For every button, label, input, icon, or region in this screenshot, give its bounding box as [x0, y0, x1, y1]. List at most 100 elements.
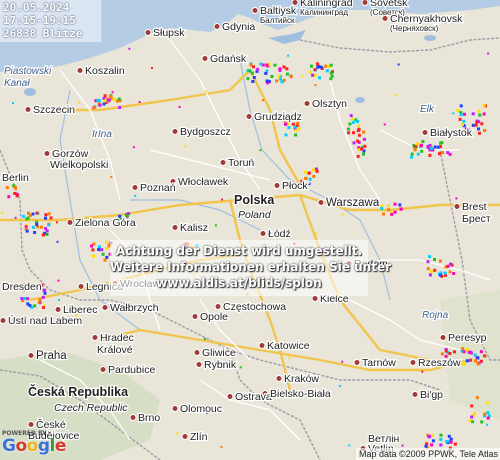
- city-dot: [303, 100, 311, 107]
- lightning-strike: [47, 212, 51, 216]
- lightning-strike: [100, 248, 104, 252]
- lightning-strike: [102, 102, 106, 106]
- city-dot: [453, 203, 461, 210]
- lightning-strike: [426, 260, 430, 264]
- lightning-strike: [43, 291, 47, 295]
- google-logo[interactable]: Google: [2, 436, 66, 456]
- lightning-strike: [469, 358, 473, 362]
- map-label: Gdynia: [222, 21, 255, 33]
- map-label: Rojna: [422, 310, 449, 321]
- lightning-strike: [26, 302, 30, 306]
- lightning-strike: [297, 127, 301, 131]
- city-dot: [275, 375, 283, 382]
- lightning-strike: [483, 412, 487, 416]
- lightning-strike: [456, 109, 460, 113]
- lightning-strike: [325, 69, 329, 73]
- lightning-strike: [287, 54, 290, 57]
- city-dot: [91, 334, 99, 341]
- lightning-strike: [259, 149, 262, 152]
- lightning-strike: [330, 74, 334, 78]
- lightning-strike: [399, 207, 403, 211]
- lightning-map[interactable]: Baltiysk Балтийск Kaliningrad Калининград So…: [0, 0, 500, 460]
- lightning-strike: [275, 79, 279, 83]
- lake: [355, 97, 365, 103]
- city-dot: [353, 359, 361, 366]
- lightning-strike: [471, 112, 475, 116]
- map-label: Wałbrzych: [110, 302, 159, 314]
- lightning-strike: [308, 177, 312, 181]
- map-label: Częstochowa: [223, 301, 286, 313]
- lightning-strike: [270, 75, 274, 78]
- city-dot: [27, 421, 35, 428]
- lightning-strike: [483, 129, 487, 132]
- lightning-strike: [487, 52, 490, 55]
- lightning-strike: [22, 214, 26, 218]
- lightning-strike: [440, 352, 444, 356]
- lightning-strike: [284, 133, 288, 137]
- map-label: Ostrava: [235, 391, 272, 403]
- map-label: Peresyp: [448, 332, 487, 344]
- lightning-strike: [45, 229, 49, 233]
- lightning-strike: [184, 145, 187, 148]
- map-label: Olsztyn: [312, 98, 347, 110]
- city-dot: [66, 219, 74, 226]
- lightning-strike: [476, 356, 480, 360]
- lake: [24, 88, 36, 96]
- lightning-strike: [105, 255, 109, 259]
- lightning-strike: [262, 99, 264, 102]
- lightning-strike: [23, 297, 27, 300]
- map-label: Elk: [420, 104, 435, 115]
- lightning-strike: [132, 146, 135, 149]
- lightning-strike: [128, 47, 131, 50]
- lightning-strike: [101, 252, 105, 256]
- city-dot: [439, 334, 447, 341]
- lightning-strike: [294, 133, 298, 137]
- lightning-strike: [14, 216, 17, 219]
- lightning-strike: [251, 80, 255, 83]
- lightning-strike: [303, 170, 307, 174]
- strike-count-text: 26838 Blitze: [3, 27, 83, 40]
- lightning-strike: [27, 211, 30, 215]
- lightning-strike: [446, 151, 450, 155]
- map-label: Brest: [462, 201, 487, 213]
- lightning-strike: [1, 211, 4, 214]
- lightning-strike: [301, 75, 304, 78]
- lightning-strike: [486, 411, 490, 415]
- lightning-strike: [25, 217, 29, 221]
- city-dot: [24, 106, 32, 113]
- lightning-strike: [315, 62, 319, 66]
- lightning-strike: [285, 72, 289, 76]
- lightning-strike: [356, 139, 360, 143]
- lightning-strike: [474, 123, 478, 127]
- lightning-strike: [439, 437, 443, 441]
- lightning-strike: [431, 433, 434, 437]
- lightning-strike: [103, 99, 107, 103]
- lightning-strike: [312, 174, 316, 178]
- lightning-strike: [117, 97, 121, 101]
- lightning-strike: [221, 198, 224, 201]
- lightning-strike: [41, 233, 45, 237]
- lightning-strike: [383, 123, 386, 126]
- lightning-strike: [471, 123, 475, 127]
- lightning-strike: [284, 122, 288, 126]
- map-label-sub: (Черняховск): [390, 24, 439, 33]
- lightning-strike: [47, 223, 51, 227]
- lightning-strike: [78, 101, 81, 104]
- lightning-strike: [319, 65, 323, 69]
- map-label: Kraków: [284, 373, 319, 385]
- lightning-strike: [428, 434, 432, 438]
- lightning-strike: [33, 231, 37, 234]
- lightning-strike: [477, 127, 480, 131]
- lightning-strike: [314, 84, 317, 86]
- map-label: Opole: [200, 311, 228, 323]
- notice-url[interactable]: www.aldis.at/blids/splon: [110, 276, 368, 290]
- lightning-strike: [439, 443, 443, 447]
- lightning-strike: [25, 229, 29, 233]
- lightning-strike: [486, 423, 488, 426]
- lightning-strike: [476, 362, 480, 366]
- map-data-attribution[interactable]: Map data ©2009 PPWK, Tele Atlas: [355, 448, 500, 460]
- lightning-strike: [349, 114, 353, 118]
- map-label: Grudziądz: [254, 111, 302, 123]
- map-canvas[interactable]: BaltiyskБалтийскKaliningradКалининградSo…: [0, 0, 500, 460]
- lightning-strike: [382, 212, 385, 216]
